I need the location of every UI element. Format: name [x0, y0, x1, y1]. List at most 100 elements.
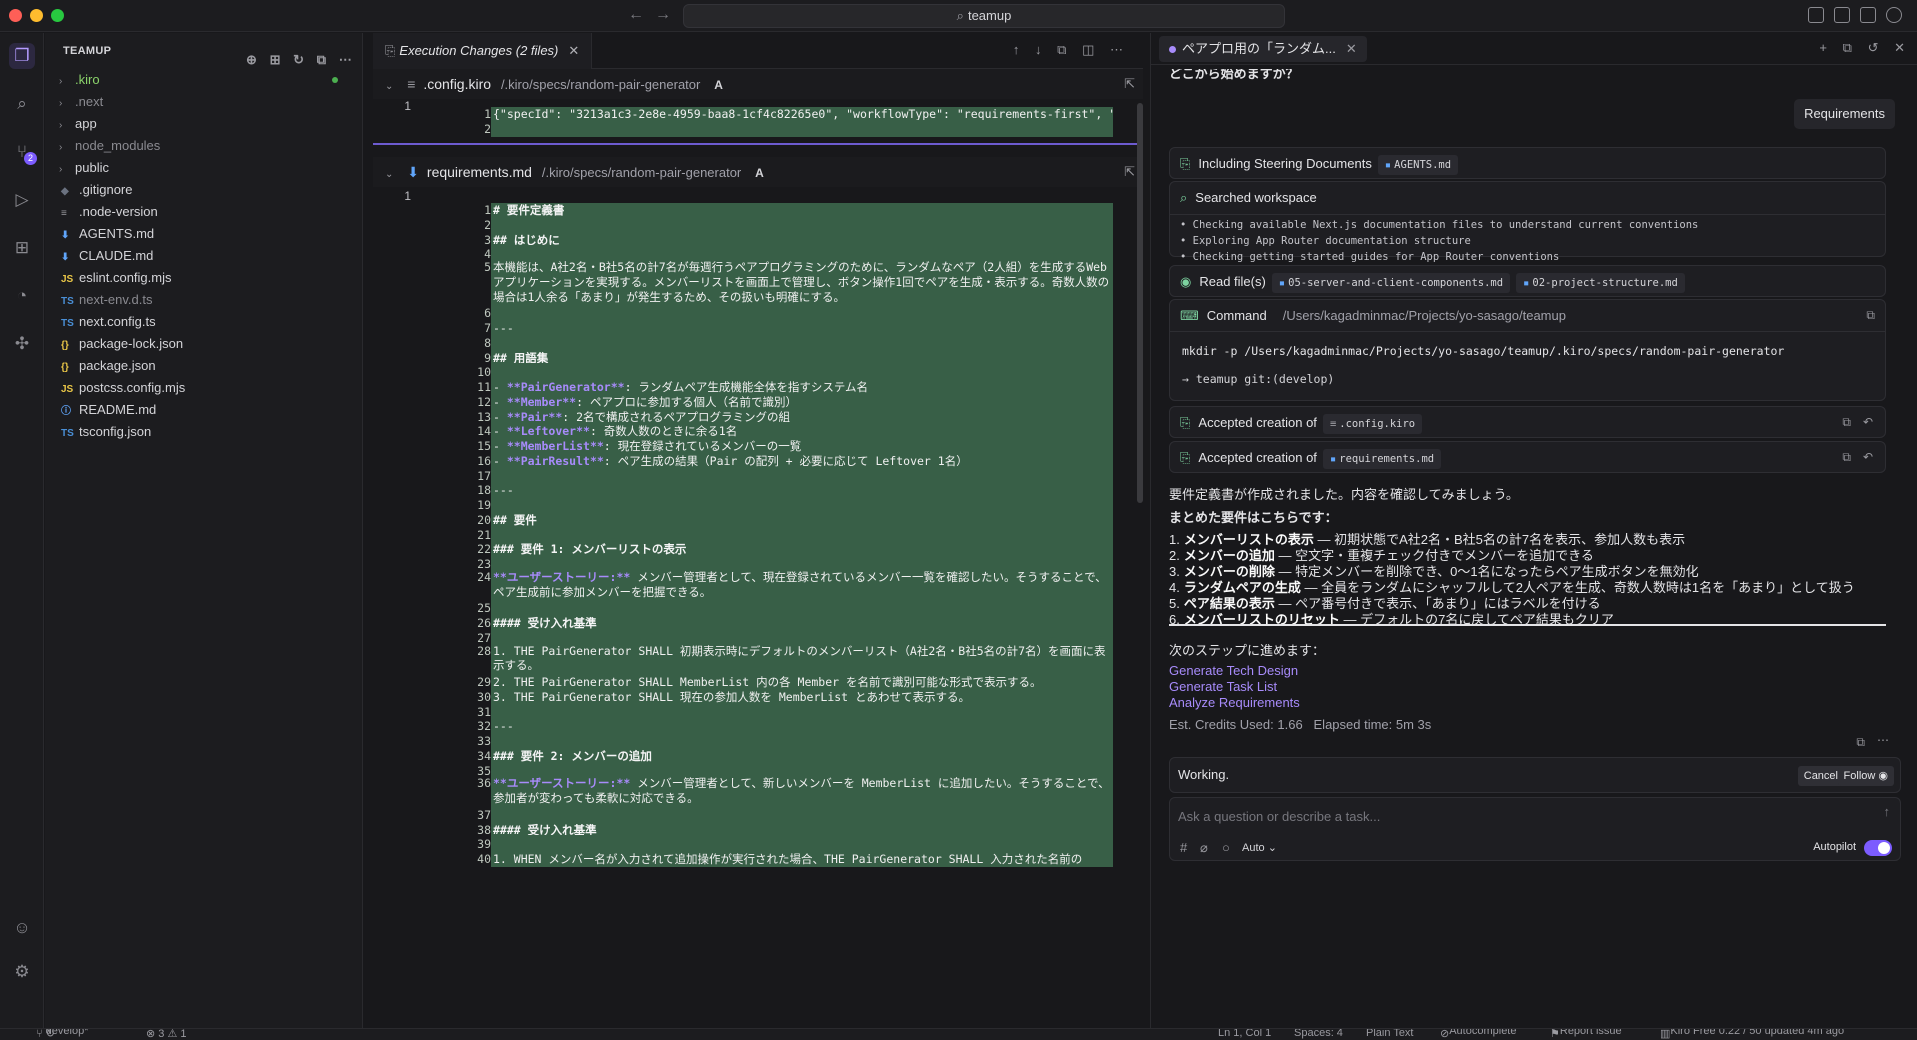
diff-line[interactable]: 36 **ユーザーストーリー:** メンバー管理者として、新しいメンバーを Mem…: [453, 776, 1113, 806]
diff-line[interactable]: 1 # 要件定義書: [453, 201, 1113, 216]
diff-line[interactable]: 24 **ユーザーストーリー:** メンバー管理者として、現在登録されているメンバ…: [453, 570, 1113, 600]
accepted-card-requirements[interactable]: ⎘ Accepted creation of ▪ requirements.md ⧉ …: [1169, 441, 1886, 473]
sidebar-toggle-icon[interactable]: [1834, 7, 1850, 23]
plan-usage[interactable]: ▥ Kiro Free 0.22 / 50 updated 4m ago: [1660, 1029, 1844, 1040]
copy-command-icon[interactable]: ⧉: [1866, 308, 1875, 323]
cursor-position[interactable]: Ln 1, Col 1: [1218, 1029, 1271, 1039]
run-debug-icon[interactable]: ▷: [9, 187, 35, 213]
layout-toggle-icon[interactable]: [1808, 7, 1824, 23]
more-actions-icon[interactable]: ⋯: [1877, 733, 1889, 747]
diff-line[interactable]: 8: [453, 334, 1113, 349]
diff-line[interactable]: 37: [453, 806, 1113, 821]
tree-folder[interactable]: › .kiro: [45, 69, 362, 91]
extensions-icon[interactable]: ⊞: [9, 235, 35, 261]
back-arrow-icon[interactable]: ←: [628, 6, 644, 24]
tree-file[interactable]: ⬇ AGENTS.md: [45, 223, 362, 245]
file-chip[interactable]: ≡ .config.kiro: [1322, 413, 1423, 434]
history-icon[interactable]: ↺: [1868, 40, 1879, 56]
new-chat-icon[interactable]: +: [1819, 40, 1827, 55]
diff-line[interactable]: 3 ## はじめに: [453, 231, 1113, 246]
diff-line[interactable]: 30 3. THE PairGenerator SHALL 現在の参加人数を Me…: [453, 688, 1113, 703]
attach-icon[interactable]: ⌀: [1200, 840, 1208, 856]
panel-toggle-icon[interactable]: [1860, 7, 1876, 23]
analyze-requirements-link[interactable]: Analyze Requirements: [1169, 695, 1300, 710]
branch-indicator[interactable]: ⑂ develop* ↻: [36, 1029, 88, 1040]
view-diff-icon[interactable]: ⧉: [1842, 450, 1851, 465]
diff-line[interactable]: 6: [453, 304, 1113, 319]
settings-gear-icon[interactable]: ⚙: [9, 959, 35, 985]
follow-button[interactable]: Follow ◉: [1837, 766, 1894, 786]
tree-file[interactable]: ◆ .gitignore: [45, 179, 362, 201]
file-chip[interactable]: ▪ requirements.md: [1322, 448, 1442, 469]
copy-icon[interactable]: ⧉: [1856, 735, 1865, 750]
tree-file[interactable]: TS tsconfig.json: [45, 421, 362, 443]
tree-file[interactable]: TS next-env.d.ts: [45, 289, 362, 311]
diff-line[interactable]: 2: [453, 216, 1113, 231]
language-mode[interactable]: Plain Text: [1366, 1029, 1414, 1039]
file-chip[interactable]: ▪ 02-project-structure.md: [1516, 272, 1685, 293]
close-icon[interactable]: ✕: [568, 43, 579, 58]
model-selector[interactable]: Auto ⌄: [1242, 841, 1277, 854]
diff-line[interactable]: 11- **PairGenerator**: ランダムペア生成機能全体を指すシス…: [453, 378, 1113, 393]
autocomplete-status[interactable]: ⊘ Autocomplete: [1440, 1029, 1516, 1040]
diff-line[interactable]: 4: [453, 245, 1113, 260]
diff-line[interactable]: 12- **Member**: ペアプロに参加する個人（名前で識別）: [453, 393, 1113, 408]
read-files-card[interactable]: ◉ Read file(s) ▪ 05-server-and-client-compo…: [1169, 265, 1886, 297]
diff-line[interactable]: 2: [453, 120, 1113, 135]
diff-line[interactable]: 35: [453, 762, 1113, 777]
searched-workspace-card[interactable]: ⌕ Searched workspace • Checking available…: [1169, 181, 1886, 263]
chat-session-tab[interactable]: ペアプロ用の「ランダム... ✕: [1159, 36, 1367, 62]
tab-execution-changes[interactable]: ⎘ Execution Changes (2 files) ✕: [373, 33, 593, 69]
diff-line[interactable]: 29 2. THE PairGenerator SHALL MemberList …: [453, 673, 1113, 688]
diff-line[interactable]: 17: [453, 467, 1113, 482]
command-search-bar[interactable]: ⌕ teamup: [683, 4, 1285, 28]
tree-file[interactable]: {} package.json: [45, 355, 362, 377]
source-control-icon[interactable]: ⑂ 2: [9, 139, 37, 165]
chat-history-icon[interactable]: ⧉: [1843, 40, 1852, 56]
tree-file[interactable]: JS postcss.config.mjs: [45, 377, 362, 399]
context-hash-icon[interactable]: #: [1180, 840, 1187, 855]
split-editor-icon[interactable]: ◫: [1082, 42, 1094, 58]
diff-line[interactable]: 18 ---: [453, 481, 1113, 496]
diff-line[interactable]: 25: [453, 599, 1113, 614]
diff-line[interactable]: 15- **MemberList**: 現在登録されているメンバーの一覧: [453, 437, 1113, 452]
generate-tech-design-link[interactable]: Generate Tech Design: [1169, 663, 1298, 678]
window-close-button[interactable]: [9, 9, 22, 22]
diff-line[interactable]: 40 1. WHEN メンバー名が入力されて追加操作が実行された場合、THE Pa…: [453, 850, 1113, 865]
accepted-card-config[interactable]: ⎘ Accepted creation of ≡ .config.kiro ⧉ ↶: [1169, 406, 1886, 438]
next-change-icon[interactable]: ↓: [1035, 42, 1042, 57]
tree-file[interactable]: TS next.config.ts: [45, 311, 362, 333]
tree-file[interactable]: JS eslint.config.mjs: [45, 267, 362, 289]
diff-line[interactable]: 1 {"specId": "3213a1c3-2e8e-4959-baa8-1cf…: [453, 105, 1113, 120]
chevron-down-icon[interactable]: ⌄: [385, 81, 393, 92]
chevron-down-icon[interactable]: ⌄: [385, 169, 393, 180]
window-maximize-button[interactable]: [51, 9, 64, 22]
previous-change-icon[interactable]: ↑: [1013, 42, 1020, 57]
diff-line[interactable]: 16- **PairResult**: ペア生成の結果（Pair の配列 + 必…: [453, 452, 1113, 467]
open-changes-icon[interactable]: ⧉: [1057, 42, 1066, 58]
tree-file[interactable]: ⬇ CLAUDE.md: [45, 245, 362, 267]
account-icon[interactable]: ☺: [9, 915, 35, 941]
diff-line[interactable]: 27: [453, 629, 1113, 644]
forward-arrow-icon[interactable]: →: [655, 6, 671, 24]
diff-line[interactable]: 21: [453, 526, 1113, 541]
tree-file[interactable]: ⓘ README.md: [45, 399, 362, 421]
mcp-icon[interactable]: ✣: [9, 331, 35, 357]
tree-folder[interactable]: › .next: [45, 91, 362, 113]
tree-file[interactable]: ≡ .node-version: [45, 201, 362, 223]
open-file-icon[interactable]: ⇱: [1124, 157, 1135, 187]
tree-folder[interactable]: › app: [45, 113, 362, 135]
tree-folder[interactable]: › node_modules: [45, 135, 362, 157]
file-chip[interactable]: ▪ 05-server-and-client-components.md: [1271, 272, 1511, 293]
chat-toggle-icon[interactable]: [1886, 7, 1902, 23]
tree-file[interactable]: {} package-lock.json: [45, 333, 362, 355]
view-diff-icon[interactable]: ⧉: [1842, 415, 1851, 430]
diff-line[interactable]: 32 ---: [453, 717, 1113, 732]
diff-line[interactable]: 23: [453, 555, 1113, 570]
tree-folder[interactable]: › public: [45, 157, 362, 179]
kiro-ghost-icon[interactable]: ◔: [9, 283, 35, 309]
diff-line[interactable]: 13- **Pair**: 2名で構成されるペアプログラミングの組: [453, 408, 1113, 423]
diff-line[interactable]: 28 1. THE PairGenerator SHALL 初期表示時にデフォルト…: [453, 644, 1113, 674]
explorer-icon[interactable]: ❐: [9, 43, 35, 69]
diff-line[interactable]: 39: [453, 835, 1113, 850]
